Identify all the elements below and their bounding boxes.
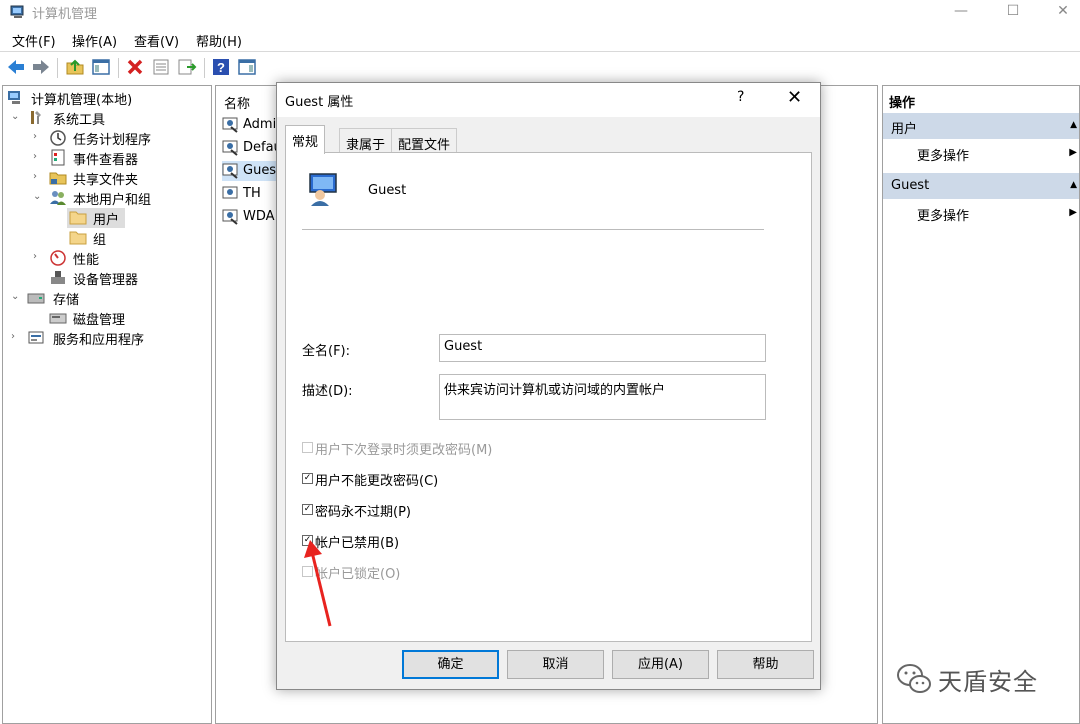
user-account-icon (222, 117, 238, 133)
chevron-right-icon[interactable]: › (33, 171, 43, 183)
shared-folder-icon (49, 172, 67, 185)
checkmark-icon[interactable]: ✓ (302, 473, 313, 484)
show-hide-tree-icon[interactable] (91, 57, 111, 77)
action-pane-header: 操作 (889, 96, 916, 111)
folder-icon (69, 231, 87, 245)
menu-view[interactable]: 查看(V) (134, 31, 179, 50)
computer-management-icon (8, 91, 20, 104)
storage-icon (27, 293, 45, 304)
action-group-users[interactable]: 用户 ▲ (883, 113, 1079, 139)
device-manager-icon (51, 271, 65, 284)
tools-icon (31, 111, 41, 124)
forward-arrow-icon[interactable] (31, 57, 51, 77)
chevron-right-icon[interactable]: › (33, 251, 43, 263)
properties-icon[interactable] (151, 57, 171, 77)
list-item[interactable]: Defau (222, 138, 282, 158)
title-bar: 计算机管理 — ☐ ✕ (0, 0, 1080, 26)
chevron-right-icon[interactable]: › (33, 131, 43, 143)
watermark: 天盾安全 (896, 660, 1066, 700)
export-list-icon[interactable] (177, 57, 197, 77)
disk-icon (49, 313, 67, 324)
description-field[interactable]: 供来宾访问计算机或访问域的内置帐户 (439, 374, 766, 420)
action-group-guest[interactable]: Guest ▲ (883, 173, 1079, 199)
wechat-icon (897, 664, 931, 693)
collapse-up-icon[interactable]: ▲ (1070, 120, 1077, 130)
cancel-button[interactable]: 取消 (507, 650, 604, 679)
dialog-close-button[interactable]: ✕ (787, 87, 802, 108)
fullname-label: 全名(F): (302, 344, 351, 359)
user-account-icon (222, 140, 238, 156)
dialog-title: Guest 属性 (285, 95, 354, 110)
menu-bar: 文件(F) 操作(A) 查看(V) 帮助(H) (0, 28, 1080, 50)
list-item[interactable]: Admi (222, 115, 278, 135)
apply-button[interactable]: 应用(A) (612, 650, 709, 679)
chevron-right-icon[interactable]: › (11, 331, 21, 343)
menu-file[interactable]: 文件(F) (12, 31, 56, 50)
toolbar-separator (118, 58, 119, 78)
svg-text:?: ? (217, 60, 225, 75)
close-button[interactable]: ✕ (1040, 0, 1080, 24)
toolbar: ? (0, 52, 1080, 84)
chevron-right-icon[interactable]: › (33, 151, 43, 163)
submenu-arrow-icon: ▶ (1069, 147, 1077, 158)
submenu-arrow-icon: ▶ (1069, 207, 1077, 218)
maximize-button[interactable]: ☐ (990, 0, 1036, 24)
collapse-up-icon[interactable]: ▲ (1070, 180, 1077, 190)
guest-properties-dialog: Guest 属性 ? ✕ 常规 隶属于 配置文件 Guest 全名(F): Gu… (276, 82, 821, 690)
dialog-help-bottom-button[interactable]: 帮助 (717, 650, 814, 679)
list-item[interactable]: TH (222, 184, 278, 204)
performance-icon (50, 250, 66, 266)
chevron-down-icon[interactable]: ⌄ (11, 291, 21, 303)
minimize-button[interactable]: — (938, 0, 984, 24)
watermark-text: 天盾安全 (938, 668, 1038, 696)
column-header-name[interactable]: 名称 (224, 93, 250, 112)
divider (302, 229, 764, 230)
dialog-title-bar: Guest 属性 ? ✕ (277, 83, 820, 117)
up-folder-icon[interactable] (65, 57, 85, 77)
list-item[interactable]: Guest (222, 161, 281, 181)
dialog-help-button[interactable]: ? (737, 89, 744, 105)
menu-action[interactable]: 操作(A) (72, 31, 117, 50)
tab-member-of[interactable]: 隶属于 (339, 128, 393, 153)
user-account-icon (222, 163, 238, 179)
chevron-down-icon[interactable]: ⌄ (33, 191, 43, 203)
checkbox-box[interactable] (302, 442, 313, 453)
window-title: 计算机管理 (32, 7, 98, 22)
checkmark-icon[interactable]: ✓ (302, 504, 313, 515)
user-account-icon (222, 186, 238, 199)
tab-general[interactable]: 常规 (285, 125, 326, 154)
general-tab-panel: Guest 全名(F): Guest 描述(D): 供来宾访问计算机或访问域的内… (285, 152, 812, 642)
action-pane: 操作 用户 ▲ 更多操作 ▶ Guest ▲ 更多操作 ▶ (882, 85, 1080, 724)
user-account-icon (222, 209, 238, 225)
user-display-name: Guest (368, 183, 407, 198)
action-more-actions[interactable]: 更多操作 ▶ (883, 201, 1079, 227)
red-arrow-annotation (304, 540, 332, 627)
tab-profile[interactable]: 配置文件 (391, 128, 458, 153)
user-account-icon (309, 173, 337, 206)
show-action-pane-icon[interactable] (237, 57, 257, 77)
event-viewer-icon (51, 149, 65, 166)
services-icon (28, 331, 44, 344)
clock-icon (50, 130, 66, 146)
fullname-field[interactable]: Guest (439, 334, 766, 362)
computer-management-icon (10, 5, 24, 18)
description-label: 描述(D): (302, 384, 353, 399)
toolbar-separator (204, 58, 205, 78)
delete-icon[interactable] (125, 57, 145, 77)
help-icon[interactable]: ? (211, 57, 231, 77)
users-group-icon (50, 191, 66, 205)
console-tree: 计算机管理(本地) ⌄ 系统工具 › 任务计划程序 › 事件查看器 › 共享文件… (2, 85, 212, 724)
list-item[interactable]: WDA (222, 207, 278, 227)
menu-help[interactable]: 帮助(H) (196, 31, 242, 50)
chevron-down-icon[interactable]: ⌄ (11, 111, 21, 123)
folder-icon (69, 211, 87, 225)
toolbar-separator (57, 58, 58, 78)
back-arrow-icon[interactable] (6, 57, 26, 77)
ok-button[interactable]: 确定 (402, 650, 499, 679)
action-more-actions[interactable]: 更多操作 ▶ (883, 141, 1079, 167)
